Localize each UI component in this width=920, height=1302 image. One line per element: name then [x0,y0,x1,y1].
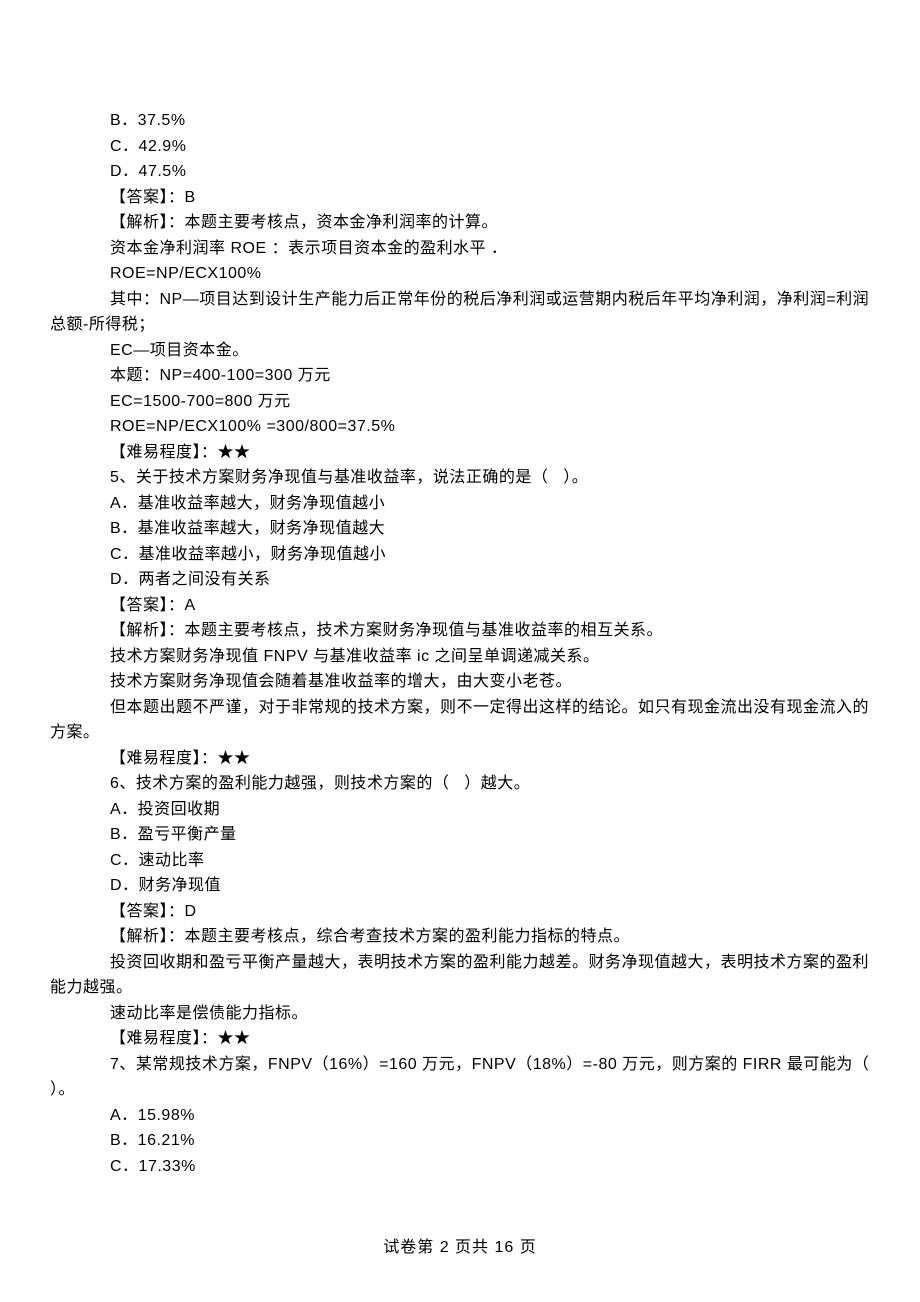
text-line: 【难易程度】：★★ [50,440,870,466]
text-line: C．42.9% [50,134,870,160]
text-line: 投资回收期和盈亏平衡产量越大，表明技术方案的盈利能力越差。财务净现值越大，表明技… [50,950,870,1001]
text-line: C．基准收益率越小，财务净现值越小 [50,542,870,568]
text-line: D．47.5% [50,159,870,185]
text-line: B．盈亏平衡产量 [50,822,870,848]
text-line: A．投资回收期 [50,797,870,823]
text-line: B．基准收益率越大，财务净现值越大 [50,516,870,542]
text-line: 【难易程度】：★★ [50,746,870,772]
text-line: EC=1500-700=800 万元 [50,389,870,415]
text-line: 技术方案财务净现值会随着基准收益率的增大，由大变小老苍。 [50,669,870,695]
text-line: A．基准收益率越大，财务净现值越小 [50,491,870,517]
text-line: 但本题出题不严谨，对于非常规的技术方案，则不一定得出这样的结论。如只有现金流出没… [50,695,870,746]
text-line: 【解析】：本题主要考核点，综合考查技术方案的盈利能力指标的特点。 [50,924,870,950]
text-line: 速动比率是偿债能力指标。 [50,1001,870,1027]
text-line: ROE=NP/ECX100% =300/800=37.5% [50,414,870,440]
text-line: 【答案】：B [50,185,870,211]
text-line: 【解析】：本题主要考核点，资本金净利润率的计算。 [50,210,870,236]
text-line: EC—项目资本金。 [50,338,870,364]
page-body: B．37.5%C．42.9%D．47.5%【答案】：B【解析】：本题主要考核点，… [50,108,870,1179]
text-line: B．37.5% [50,108,870,134]
text-line: C．17.33% [50,1154,870,1180]
text-line: 【答案】：D [50,899,870,925]
text-line: B．16.21% [50,1128,870,1154]
text-line: 7、某常规技术方案，FNPV（16%）=160 万元，FNPV（18%）=-80… [50,1052,870,1103]
text-line: 【解析】：本题主要考核点，技术方案财务净现值与基准收益率的相互关系。 [50,618,870,644]
text-line: 其中：NP—项目达到设计生产能力后正常年份的税后净利润或运营期内税后年平均净利润… [50,287,870,338]
page-footer: 试卷第 2 页共 16 页 [0,1235,920,1261]
document-page: B．37.5%C．42.9%D．47.5%【答案】：B【解析】：本题主要考核点，… [0,0,920,1302]
text-line: 资本金净利润率 ROE ：表示项目资本金的盈利水平 ． [50,236,870,262]
text-line: 6、技术方案的盈利能力越强，则技术方案的（ ）越大。 [50,771,870,797]
text-line: D．财务净现值 [50,873,870,899]
text-line: 5、关于技术方案财务净现值与基准收益率，说法正确的是（ ）。 [50,465,870,491]
text-line: 本题：NP=400-100=300 万元 [50,363,870,389]
text-line: A．15.98% [50,1103,870,1129]
text-line: D．两者之间没有关系 [50,567,870,593]
text-line: 【答案】：A [50,593,870,619]
text-line: 【难易程度】：★★ [50,1026,870,1052]
text-line: C．速动比率 [50,848,870,874]
text-line: 技术方案财务净现值 FNPV 与基准收益率 ic 之间呈单调递减关系。 [50,644,870,670]
text-line: ROE=NP/ECX100% [50,261,870,287]
